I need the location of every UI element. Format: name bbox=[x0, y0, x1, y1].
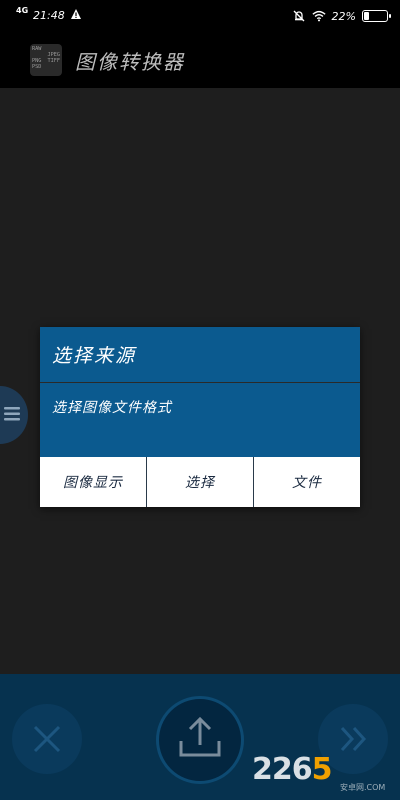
battery-icon bbox=[362, 10, 391, 22]
select-source-dialog: 选择来源 选择图像文件格式 图像显示 选择 文件 bbox=[40, 327, 360, 507]
menu-icon bbox=[4, 407, 20, 421]
logo-line: PSD bbox=[32, 64, 42, 70]
dialog-title: 选择来源 bbox=[52, 345, 137, 367]
dialog-divider bbox=[40, 382, 360, 383]
status-bar: 4G 21:48 22% bbox=[0, 0, 400, 32]
drawer-handle[interactable] bbox=[0, 386, 28, 444]
mute-icon bbox=[293, 10, 305, 22]
dialog-message: 选择图像文件格式 bbox=[52, 400, 172, 416]
upload-icon bbox=[179, 716, 221, 757]
app-bar: RAW JPEG PNG TIFF PSD 图像转换器 bbox=[0, 32, 400, 88]
battery-percent: 22% bbox=[331, 9, 356, 23]
network-indicator: 4G bbox=[16, 6, 29, 15]
wifi-icon bbox=[311, 10, 326, 22]
status-right-group: 22% bbox=[292, 8, 391, 24]
select-button[interactable]: 选择 bbox=[147, 457, 254, 507]
alert-icon bbox=[71, 9, 81, 19]
site-watermark: 2265 bbox=[252, 752, 332, 787]
image-display-button[interactable]: 图像显示 bbox=[40, 457, 147, 507]
app-screen: 4G 21:48 22% RAW JPEG PNG TIFF PSD 图像转换器… bbox=[0, 0, 400, 800]
close-button[interactable] bbox=[12, 704, 82, 774]
upload-button[interactable] bbox=[156, 696, 244, 784]
close-icon bbox=[33, 725, 61, 753]
app-title: 图像转换器 bbox=[75, 50, 185, 74]
dialog-button-row: 图像显示 选择 文件 bbox=[40, 457, 360, 507]
status-time: 21:48 bbox=[33, 9, 65, 22]
battery-fill bbox=[364, 12, 369, 20]
site-watermark-sub: 安卓网.COM bbox=[340, 783, 386, 792]
file-button[interactable]: 文件 bbox=[254, 457, 360, 507]
app-logo: RAW JPEG PNG TIFF PSD bbox=[30, 44, 62, 76]
